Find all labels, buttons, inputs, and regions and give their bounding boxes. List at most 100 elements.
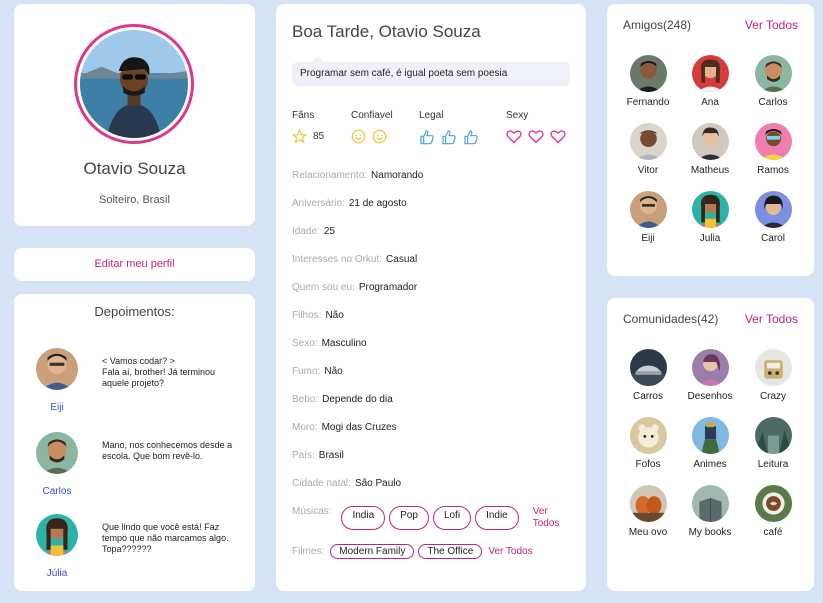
community-item[interactable]: Meu ovo — [616, 485, 680, 538]
friends-see-all-link[interactable]: Ver Todos — [745, 18, 798, 32]
community-image — [754, 417, 792, 454]
rating-cool: Legal — [419, 110, 479, 145]
community-image — [691, 349, 729, 386]
profile-name: Otavio Souza — [83, 159, 186, 178]
avatar — [691, 55, 729, 92]
heart-icon[interactable] — [550, 129, 566, 144]
info-value: Casual — [386, 254, 418, 265]
friend-name: Carlos — [758, 97, 788, 108]
info-value: Não — [325, 310, 344, 321]
friends-card: Amigos(248) Ver Todos Fernando Ana Carlo… — [607, 4, 814, 276]
friend-name: Vitor — [637, 165, 659, 176]
friend-item[interactable]: Eiji — [616, 191, 680, 244]
info-label: Filhos: — [292, 310, 322, 321]
friend-item[interactable]: Fernando — [616, 55, 680, 108]
community-name: Crazy — [759, 391, 787, 402]
info-hometown: Cidade natal: São Paulo — [292, 478, 401, 489]
community-image — [629, 485, 667, 522]
info-smoke: Fumo: Não — [292, 366, 343, 377]
community-image — [629, 349, 667, 386]
friend-name: Julia — [699, 233, 721, 244]
info-interests: Interesses no Orkut: Casual — [292, 254, 417, 265]
rating-label: Confiavel — [351, 110, 393, 121]
avatar — [754, 55, 792, 92]
info-value: Mogi das Cruzes — [321, 422, 397, 433]
music-tag[interactable]: Indie — [475, 506, 519, 530]
testimonial-text: Mano, nos conhecemos desde a escola. Que… — [102, 440, 233, 461]
heart-icon[interactable] — [528, 129, 544, 144]
testimonials-card: Depoimentos: Eiji < Vamos codar? > Fala … — [14, 294, 255, 591]
info-label: Moro: — [292, 422, 318, 433]
music-tag[interactable]: India — [341, 506, 386, 530]
community-item[interactable]: café — [741, 485, 805, 538]
smiley-icon[interactable] — [372, 129, 387, 144]
friend-name: Matheus — [690, 165, 730, 176]
rating-trusty: Confiavel — [351, 110, 393, 144]
testimonials-title: Depoimentos: — [94, 304, 175, 319]
thumbs-up-icon[interactable] — [463, 129, 479, 145]
avatar — [691, 191, 729, 228]
profile-avatar[interactable] — [74, 24, 194, 144]
community-item[interactable]: Animes — [678, 417, 742, 470]
community-item[interactable]: My books — [678, 485, 742, 538]
testimonial-author[interactable]: Júlia — [24, 568, 90, 579]
community-name: Carros — [632, 391, 663, 402]
friend-item[interactable]: Carol — [741, 191, 805, 244]
music-tag[interactable]: Pop — [389, 506, 429, 530]
film-tag[interactable]: The Office — [418, 544, 483, 559]
avatar — [629, 55, 667, 92]
music-tag[interactable]: Lofi — [432, 506, 472, 530]
info-value: 25 — [323, 226, 335, 237]
info-age: Idade: 25 — [292, 226, 335, 237]
avatar — [754, 123, 792, 160]
info-label: Cidade natal: — [292, 478, 351, 489]
friend-item[interactable]: Julia — [678, 191, 742, 244]
community-item[interactable]: Leitura — [741, 417, 805, 470]
star-icon[interactable] — [292, 129, 307, 144]
community-name: Fofos — [635, 459, 661, 470]
communities-see-all-link[interactable]: Ver Todos — [745, 312, 798, 326]
testimonial-item: Carlos Mano, nos conhecemos desde a esco… — [14, 432, 255, 502]
communities-card: Comunidades(42) Ver Todos Carros Desenho… — [607, 298, 814, 591]
info-drink: Bebo: Depende do dia — [292, 394, 393, 405]
info-value: Programador — [358, 282, 418, 293]
friend-item[interactable]: Carlos — [741, 55, 805, 108]
avatar[interactable] — [36, 432, 78, 474]
info-label: Quem sou eu: — [292, 282, 355, 293]
community-item[interactable]: Carros — [616, 349, 680, 402]
heart-icon[interactable] — [506, 129, 522, 144]
community-name: My books — [688, 527, 732, 538]
communities-title: Comunidades(42) — [623, 312, 719, 326]
smiley-icon[interactable] — [351, 129, 366, 144]
edit-profile-link[interactable]: Editar meu perfil — [14, 248, 255, 281]
thumbs-up-icon[interactable] — [441, 129, 457, 145]
films-label: Filmes: — [292, 546, 325, 557]
avatar[interactable] — [36, 514, 78, 556]
friend-item[interactable]: Matheus — [678, 123, 742, 176]
friend-name: Carol — [761, 233, 785, 244]
community-item[interactable]: Fofos — [616, 417, 680, 470]
testimonial-item: Eiji < Vamos codar? > Fala aí, brother! … — [14, 348, 255, 418]
friend-item[interactable]: Vitor — [616, 123, 680, 176]
profile-card: Otavio Souza Solteiro, Brasil — [14, 4, 255, 226]
avatar[interactable] — [36, 348, 78, 390]
thumbs-up-icon[interactable] — [419, 129, 435, 145]
music-label: Músicas: — [292, 506, 332, 517]
info-who-am-i: Quem sou eu: Programador — [292, 282, 417, 293]
film-tag[interactable]: Modern Family — [330, 544, 415, 559]
info-children: Filhos: Não — [292, 310, 344, 321]
community-item[interactable]: Crazy — [741, 349, 805, 402]
rating-sexy: Sexy — [506, 110, 566, 144]
friend-name: Eiji — [641, 233, 655, 244]
testimonial-author[interactable]: Eiji — [24, 402, 90, 413]
music-see-all-link[interactable]: Ver Todos — [533, 506, 560, 530]
friends-title: Amigos(248) — [623, 18, 692, 32]
testimonial-author[interactable]: Carlos — [24, 486, 90, 497]
friend-item[interactable]: Ramos — [741, 123, 805, 176]
friend-name: Fernando — [626, 97, 670, 108]
friend-item[interactable]: Ana — [678, 55, 742, 108]
info-value: Masculino — [321, 338, 367, 349]
films-see-all-link[interactable]: Ver Todos — [488, 546, 532, 557]
community-item[interactable]: Desenhos — [678, 349, 742, 402]
info-gender: Sexo: Masculino — [292, 338, 367, 349]
